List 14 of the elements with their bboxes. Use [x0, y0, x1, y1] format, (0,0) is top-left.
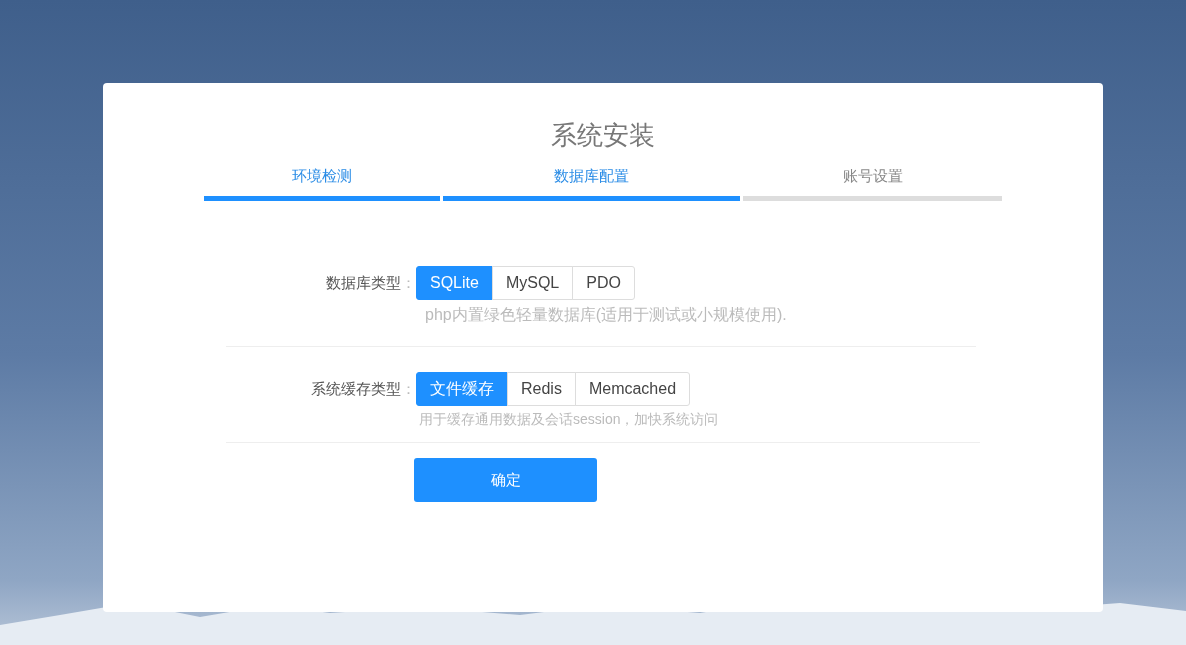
step-label: 环境检测: [292, 166, 352, 186]
field-hint: 用于缓存通用数据及会话session，加快系统访问: [419, 411, 719, 429]
colon: ：: [401, 379, 416, 399]
option-button[interactable]: Redis: [507, 372, 576, 406]
field-hint: php内置绿色轻量数据库(适用于测试或小规模使用).: [425, 305, 787, 325]
step-label: 账号设置: [842, 166, 903, 186]
option-button[interactable]: MySQL: [491, 266, 574, 300]
field-label: 系统缓存类型: [311, 379, 401, 399]
option-button[interactable]: PDO: [572, 266, 635, 300]
option-button[interactable]: Memcached: [574, 372, 691, 406]
field-label: 数据库类型: [326, 273, 401, 293]
colon: ：: [401, 273, 416, 293]
page-title: 系统安装: [551, 119, 655, 152]
step-label: 数据库配置: [554, 166, 629, 186]
